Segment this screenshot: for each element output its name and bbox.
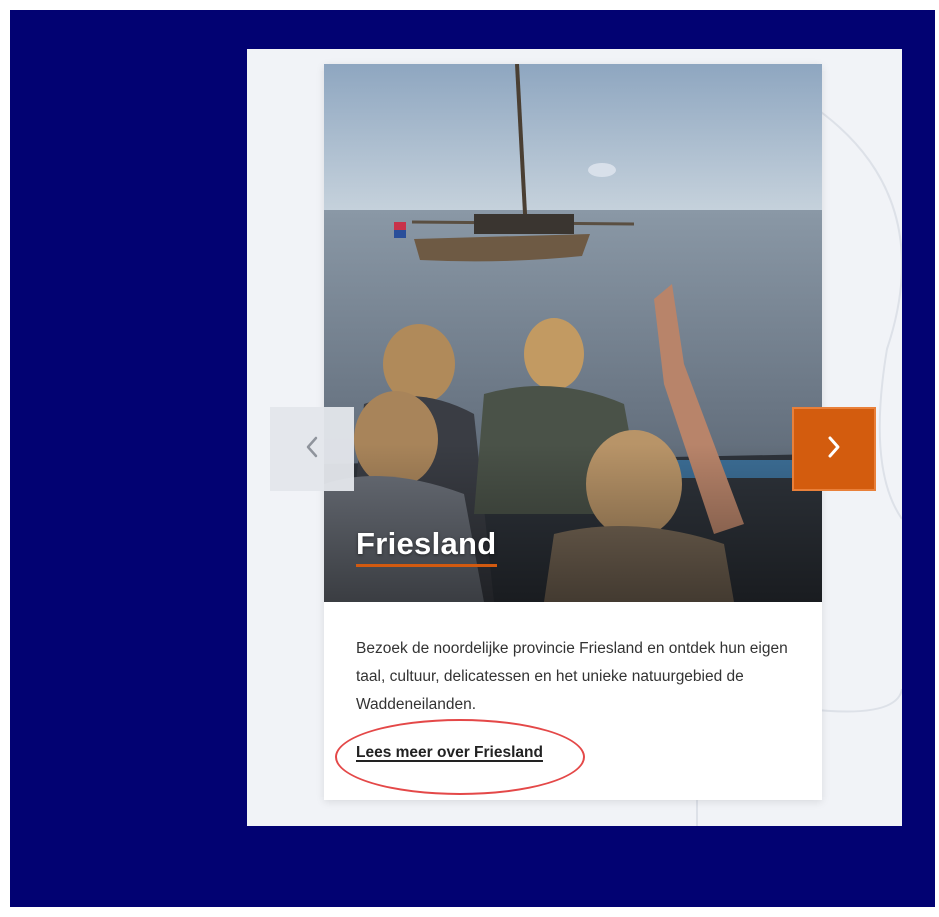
read-more-link[interactable]: Lees meer over Friesland	[356, 744, 543, 762]
carousel-prev-button[interactable]	[270, 407, 354, 491]
card-description: Bezoek de noordelijke provincie Frieslan…	[356, 640, 788, 713]
card-title: Friesland	[356, 526, 497, 567]
card-photo[interactable]	[324, 64, 822, 602]
chevron-right-icon	[827, 435, 841, 464]
destination-card: Friesland Bezoek de noordelijke provinci…	[324, 64, 822, 800]
chevron-left-icon	[305, 435, 319, 464]
carousel-next-button[interactable]	[792, 407, 876, 491]
